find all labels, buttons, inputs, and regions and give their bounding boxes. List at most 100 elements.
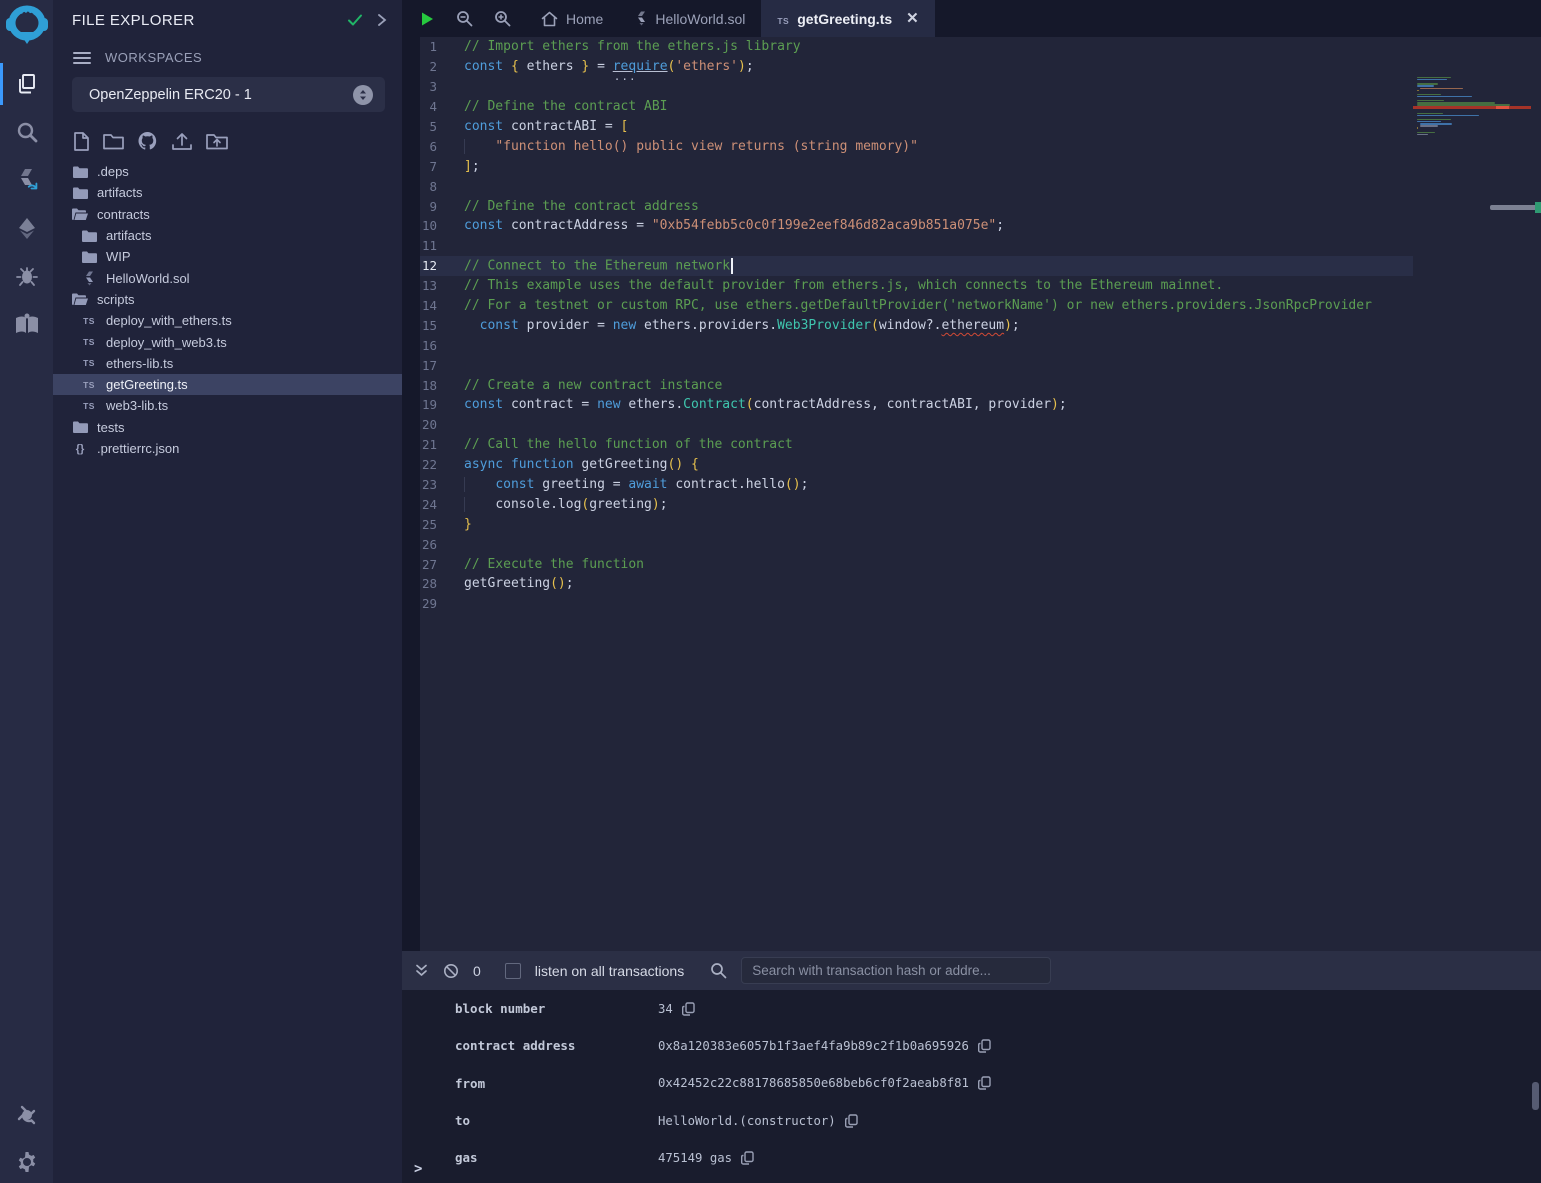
code-line-18[interactable]: 18// Create a new contract instance	[420, 375, 1413, 395]
copy-icon[interactable]	[845, 1114, 858, 1128]
tab-home[interactable]: Home	[525, 0, 619, 37]
code-line-25[interactable]: 25}	[420, 514, 1413, 534]
code-line-15[interactable]: 15 const provider = new ethers.providers…	[420, 315, 1413, 335]
code-line-8[interactable]: 8	[420, 176, 1413, 196]
code-line-14[interactable]: 14// For a testnet or custom RPC, use et…	[420, 296, 1413, 316]
line-number: 19	[420, 397, 464, 412]
tree-item--prettierrc-json[interactable]: {}.prettierrc.json	[53, 438, 402, 459]
tree-item-ethers-lib-ts[interactable]: TSethers-lib.ts	[53, 353, 402, 374]
collapse-panel-button[interactable]	[376, 13, 388, 27]
folder-icon	[81, 230, 97, 242]
tab-label: HelloWorld.sol	[655, 11, 745, 27]
minimap-scrollbar[interactable]	[1490, 205, 1541, 210]
code-editor[interactable]: 1// Import ethers from the ethers.js lib…	[402, 37, 1541, 951]
copy-icon[interactable]	[682, 1002, 695, 1016]
debugger-icon[interactable]	[0, 263, 53, 289]
zoom-out-icon[interactable]	[456, 10, 473, 27]
tree-item--deps[interactable]: .deps	[53, 161, 402, 182]
close-tab-icon[interactable]: ✕	[906, 11, 919, 26]
code-line-19[interactable]: 19const contract = new ethers.Contract(c…	[420, 395, 1413, 415]
code-line-12[interactable]: 12// Connect to the Ethereum network	[420, 256, 1413, 276]
tree-item-artifacts[interactable]: artifacts	[53, 182, 402, 203]
code-line-10[interactable]: 10const contractAddress = "0xb54febb5c0c…	[420, 216, 1413, 236]
new-folder-icon[interactable]	[103, 132, 124, 150]
code-line-16[interactable]: 16	[420, 335, 1413, 355]
code-line-9[interactable]: 9// Define the contract address	[420, 196, 1413, 216]
learneth-icon[interactable]	[0, 311, 53, 337]
code-line-23[interactable]: 23 const greeting = await contract.hello…	[420, 475, 1413, 495]
tree-item-label: deploy_with_ethers.ts	[106, 313, 232, 328]
tree-item-scripts[interactable]: scripts	[53, 289, 402, 310]
tree-item-web3-lib-ts[interactable]: TSweb3-lib.ts	[53, 395, 402, 416]
code-line-4[interactable]: 4// Define the contract ABI	[420, 97, 1413, 117]
terminal-header: 0 listen on all transactions	[402, 951, 1541, 990]
code-line-26[interactable]: 26	[420, 534, 1413, 554]
zoom-in-icon[interactable]	[494, 10, 511, 27]
minimap-line	[1417, 94, 1441, 95]
terminal-scrollbar[interactable]	[1532, 1082, 1539, 1110]
minimap-line	[1417, 90, 1419, 91]
terminal-row-from: from0x42452c22c88178685850e68beb6cf0f2ae…	[402, 1065, 1541, 1102]
tree-item-helloworld-sol[interactable]: HelloWorld.sol	[53, 267, 402, 288]
new-file-icon[interactable]	[73, 132, 90, 151]
tree-item-tests[interactable]: tests	[53, 417, 402, 438]
transaction-count: 0	[473, 963, 481, 979]
line-number: 13	[420, 278, 464, 293]
code-line-7[interactable]: 7];	[420, 156, 1413, 176]
upload-file-icon[interactable]	[171, 132, 193, 151]
terminal-search-input[interactable]	[741, 957, 1051, 984]
solidity-compiler-icon[interactable]	[0, 167, 53, 193]
code-line-22[interactable]: 22async function getGreeting() {	[420, 455, 1413, 475]
copy-icon[interactable]	[978, 1076, 991, 1090]
code-line-27[interactable]: 27// Execute the function	[420, 554, 1413, 574]
tree-item-artifacts[interactable]: artifacts	[53, 225, 402, 246]
file-explorer-icon[interactable]	[0, 71, 53, 97]
remix-logo[interactable]	[0, 3, 53, 49]
terminal-expand-icon[interactable]	[414, 963, 429, 978]
check-icon	[346, 11, 364, 29]
workspace-select-caret-icon	[353, 85, 373, 105]
code-line-17[interactable]: 17	[420, 355, 1413, 375]
tab-getgreeting-ts[interactable]: TSgetGreeting.ts✕	[761, 0, 934, 37]
workspaces-menu-icon[interactable]	[73, 51, 91, 65]
code-line-5[interactable]: 5const contractABI = [	[420, 117, 1413, 137]
tree-item-label: tests	[97, 420, 124, 435]
terminal-row-contract-address: contract address0x8a120383e6057b1f3aef4f…	[402, 1027, 1541, 1064]
code-line-20[interactable]: 20	[420, 415, 1413, 435]
terminal-prompt[interactable]: >	[414, 1161, 422, 1177]
deploy-run-icon[interactable]	[0, 215, 53, 241]
code-line-11[interactable]: 11	[420, 236, 1413, 256]
code-line-24[interactable]: 24 console.log(greeting);	[420, 494, 1413, 514]
settings-icon[interactable]	[0, 1149, 53, 1175]
folder-icon	[72, 166, 88, 178]
terminal-clear-icon[interactable]	[443, 963, 459, 979]
minimap-line	[1417, 113, 1443, 114]
tree-item-wip[interactable]: WIP	[53, 246, 402, 267]
terminal-row-key: block number	[455, 1001, 658, 1016]
code-line-28[interactable]: 28getGreeting();	[420, 574, 1413, 594]
tree-item-deploy-with-ethers-ts[interactable]: TSdeploy_with_ethers.ts	[53, 310, 402, 331]
listen-transactions-checkbox[interactable]	[505, 963, 521, 979]
code-line-6[interactable]: 6 "function hello() public view returns …	[420, 136, 1413, 156]
tree-item-getgreeting-ts[interactable]: TSgetGreeting.ts	[53, 374, 402, 395]
code-line-13[interactable]: 13// This example uses the default provi…	[420, 276, 1413, 296]
copy-icon[interactable]	[978, 1039, 991, 1053]
publish-gist-icon[interactable]	[137, 131, 158, 151]
terminal-row-gas: gas475149 gas	[402, 1139, 1541, 1176]
tree-item-label: getGreeting.ts	[106, 377, 188, 392]
tree-item-deploy-with-web3-ts[interactable]: TSdeploy_with_web3.ts	[53, 331, 402, 352]
tree-item-contracts[interactable]: contracts	[53, 204, 402, 225]
tab-helloworld-sol[interactable]: HelloWorld.sol	[619, 0, 761, 37]
plugin-manager-icon[interactable]	[0, 1102, 53, 1128]
code-line-1[interactable]: 1// Import ethers from the ethers.js lib…	[420, 37, 1413, 57]
code-line-2[interactable]: 2const { ethers } = require('ethers');	[420, 57, 1413, 77]
run-script-button[interactable]	[419, 11, 435, 27]
terminal-row-key: from	[455, 1076, 658, 1091]
upload-folder-icon[interactable]	[206, 132, 228, 150]
code-line-29[interactable]: 29	[420, 594, 1413, 614]
workspace-select[interactable]: OpenZeppelin ERC20 - 1	[72, 77, 385, 112]
search-icon[interactable]	[0, 119, 53, 145]
copy-icon[interactable]	[741, 1151, 754, 1165]
code-line-21[interactable]: 21// Call the hello function of the cont…	[420, 435, 1413, 455]
code-line-3[interactable]: 3	[420, 77, 1413, 97]
